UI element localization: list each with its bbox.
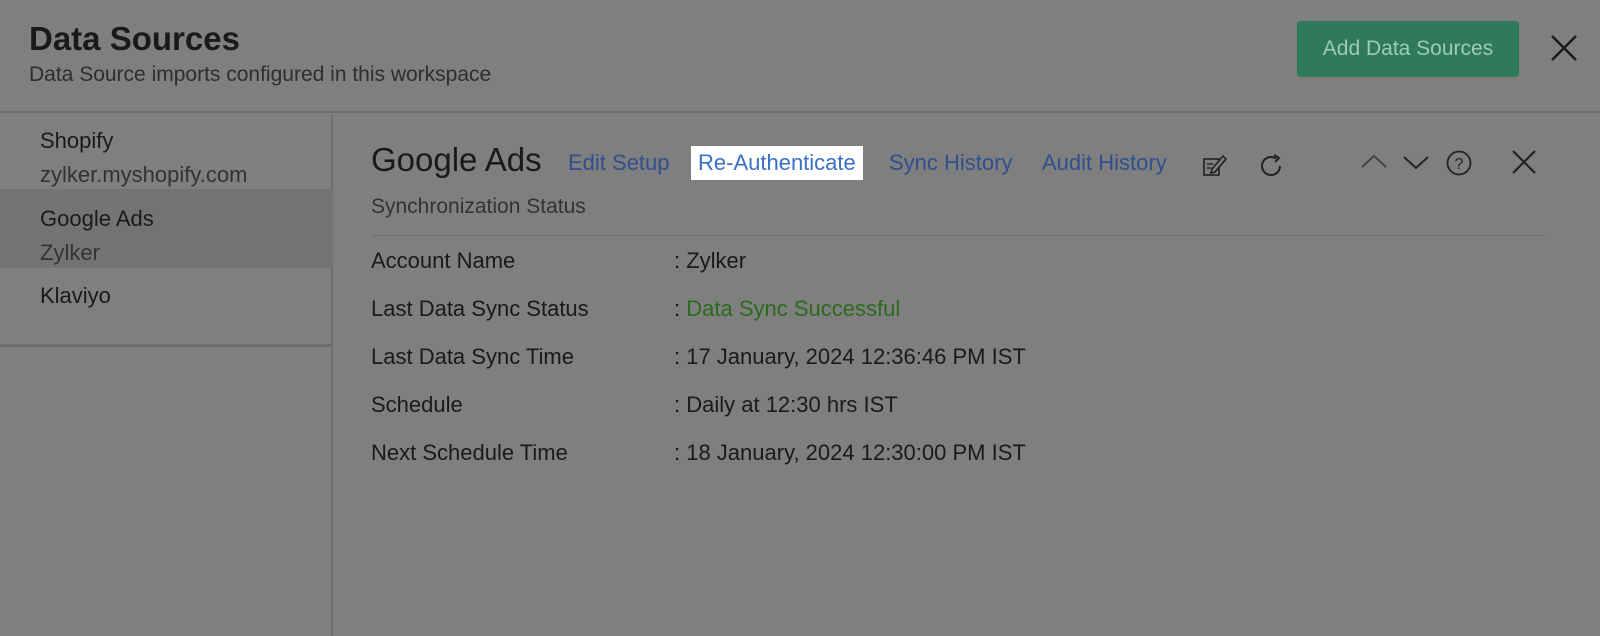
page-title: Data Sources [29,20,240,57]
detail-title: Google Ads [371,141,542,178]
next-schedule-time-label: Next Schedule Time [371,440,568,465]
last-sync-time-label: Last Data Sync Time [371,344,574,369]
account-name-value: : Zylker [674,248,747,273]
sync-success-status: Data Sync Successful [686,296,901,321]
svg-text:?: ? [1455,156,1464,173]
chevron-down-icon[interactable] [1402,155,1430,171]
add-data-sources-button[interactable]: Add Data Sources [1297,21,1519,77]
last-sync-time-value: : 17 January, 2024 12:36:46 PM IST [674,344,1026,369]
sidebar-item-sub: Zylker [40,240,100,265]
help-icon[interactable]: ? [1445,149,1473,177]
schedule-value: : Daily at 12:30 hrs IST [674,392,898,417]
last-sync-status-label: Last Data Sync Status [371,296,589,321]
edit-icon[interactable] [1202,152,1228,178]
next-schedule-time-value: : 18 January, 2024 12:30:00 PM IST [674,440,1026,465]
last-sync-status-value: : Data Sync Successful [674,296,900,322]
sidebar-item-name: Google Ads [40,206,154,231]
page-subtitle: Data Source imports configured in this w… [29,63,492,86]
close-panel-icon[interactable] [1510,148,1538,176]
sidebar-item-shopify[interactable]: Shopify zylker.myshopify.com [0,128,333,192]
close-icon[interactable] [1548,32,1580,64]
page-header: Data Sources Data Source imports configu… [0,0,1600,113]
sidebar-item-name: Shopify [40,128,114,153]
sidebar-item-sub: zylker.myshopify.com [40,162,248,187]
sidebar-item-google-ads[interactable]: Google Ads Zylker [0,189,333,268]
refresh-icon[interactable] [1257,152,1285,180]
account-name-label: Account Name [371,248,516,273]
value-prefix: : [674,296,687,321]
audit-history-link[interactable]: Audit History [1042,150,1167,176]
synchronization-status-label: Synchronization Status [371,195,586,218]
re-authenticate-link[interactable]: Re-Authenticate [691,146,863,180]
chevron-up-icon[interactable] [1360,153,1388,169]
section-divider [371,235,1546,236]
sync-history-link[interactable]: Sync History [889,150,1012,176]
schedule-label: Schedule [371,392,463,417]
sidebar-divider [0,344,331,347]
edit-setup-link[interactable]: Edit Setup [568,150,670,176]
sidebar-item-klaviyo[interactable]: Klaviyo [0,283,333,317]
sidebar-item-name: Klaviyo [40,283,111,308]
data-source-sidebar: Shopify zylker.myshopify.com Google Ads … [0,115,333,636]
